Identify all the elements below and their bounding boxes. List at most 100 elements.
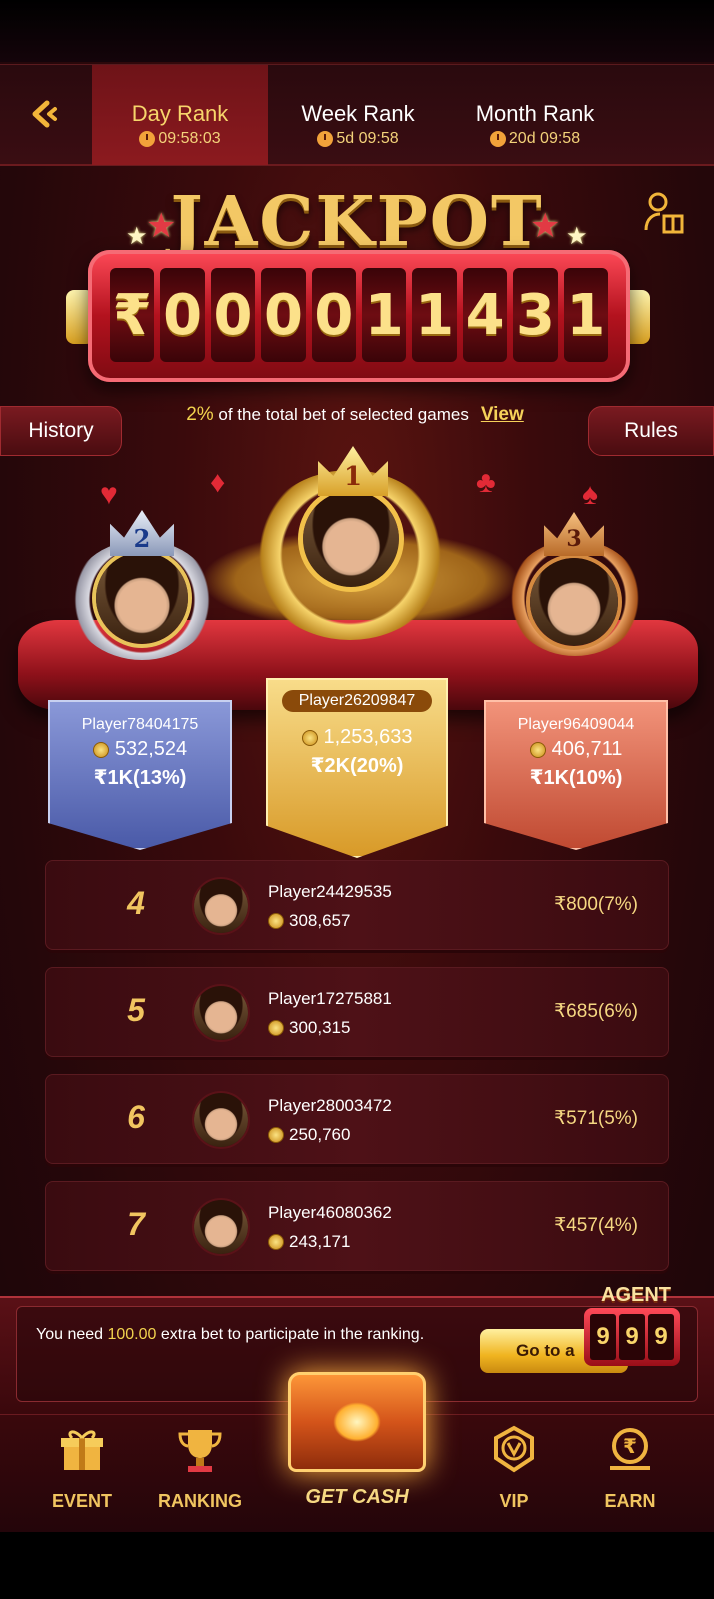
player-payout: ₹800(7%) xyxy=(554,894,638,915)
slot-digit: 9 xyxy=(619,1314,645,1360)
slot-digit: 9 xyxy=(590,1314,616,1360)
back-arrow-icon xyxy=(32,100,57,128)
player-coins: 532,524 xyxy=(50,738,230,761)
tab-label: Month Rank xyxy=(475,101,595,126)
coins-value: 532,524 xyxy=(114,738,188,760)
tab-day-rank[interactable]: Day Rank 09:58:03 xyxy=(92,65,268,165)
player-payout: ₹1K(10%) xyxy=(529,767,623,789)
invite-gift-icon[interactable] xyxy=(644,190,684,236)
jackpot-digit: 0 xyxy=(160,268,205,362)
rank-number: 6 xyxy=(127,1099,145,1135)
tab-label: Week Rank xyxy=(301,101,415,126)
tab-timer: 20d 09:58 xyxy=(452,130,618,148)
player-name: Player96409044 xyxy=(517,716,635,733)
avatar xyxy=(192,1198,250,1256)
clock-icon xyxy=(489,131,506,147)
nav-vip[interactable]: VIP xyxy=(464,1424,564,1512)
rank1-avatar[interactable] xyxy=(298,486,404,592)
tab-week-rank[interactable]: Week Rank 5d 09:58 xyxy=(278,65,438,165)
back-button[interactable] xyxy=(14,83,76,145)
jackpot-digit: 0 xyxy=(261,268,306,362)
jackpot-digit: 0 xyxy=(311,268,357,362)
coins-value: 1,253,633 xyxy=(323,726,413,748)
gift-icon xyxy=(61,1430,103,1470)
player-payout: ₹2K(20%) xyxy=(310,755,404,777)
player-coins: 243,171 xyxy=(268,1232,350,1252)
player-name: Player78404175 xyxy=(81,716,199,733)
rank-row[interactable]: 5 Player17275881 300,315 ₹685(6%) xyxy=(45,967,669,1057)
coin-icon xyxy=(268,1127,284,1143)
diamond-suit-icon: ♦ xyxy=(210,466,226,499)
coin-icon xyxy=(268,1020,284,1036)
rank2-plate: Player78404175 532,524 ₹1K(13%) xyxy=(48,700,232,850)
tab-label: Day Rank xyxy=(131,101,229,126)
status-area xyxy=(0,0,714,62)
agent-badge[interactable]: AGENT 9 9 9 xyxy=(580,1284,692,1374)
nav-label: RANKING xyxy=(158,1491,242,1511)
nav-event[interactable]: EVENT xyxy=(32,1424,132,1512)
get-cash-button[interactable]: GET CASH xyxy=(268,1362,446,1532)
coin-icon xyxy=(529,741,546,758)
tab-month-rank[interactable]: Month Rank 20d 09:58 xyxy=(452,65,618,165)
notice-amount: 100.00 xyxy=(107,1326,157,1343)
jackpot-digit: 1 xyxy=(563,268,609,362)
coins-value: 308,657 xyxy=(289,911,351,930)
rank-row[interactable]: 7 Player46080362 243,171 ₹457(4%) xyxy=(45,1181,669,1271)
jackpot-digit: 1 xyxy=(362,268,407,362)
view-link[interactable]: View xyxy=(481,404,524,425)
club-suit-icon: ♣ xyxy=(476,466,496,499)
coin-icon xyxy=(301,729,318,746)
player-name: Player17275881 xyxy=(268,989,392,1008)
system-nav-area xyxy=(0,1532,714,1599)
jackpot-digit: 1 xyxy=(412,268,457,362)
player-name: Player46080362 xyxy=(268,1203,392,1222)
vip-badge-icon xyxy=(494,1425,534,1473)
tab-timer: 5d 09:58 xyxy=(278,130,438,148)
rank1-plate: Player26209847 1,253,633 ₹2K(20%) xyxy=(266,678,448,858)
coins-value: 406,711 xyxy=(551,738,623,760)
player-coins: 300,315 xyxy=(268,1018,350,1038)
timer-text: 09:58:03 xyxy=(158,130,221,147)
spade-suit-icon: ♠ xyxy=(582,478,598,511)
rank-row[interactable]: 6 Player28003472 250,760 ₹571(5%) xyxy=(45,1074,669,1164)
rules-button[interactable]: Rules xyxy=(588,406,714,456)
coin-icon xyxy=(268,913,284,929)
rule-description: of the total bet of selected games xyxy=(213,405,469,424)
trophy-icon xyxy=(178,1430,222,1472)
heart-suit-icon: ♥ xyxy=(100,478,118,511)
rank-number: 7 xyxy=(127,1206,145,1242)
notice-text: You need 100.00 extra bet to participate… xyxy=(36,1323,436,1347)
player-name: Player28003472 xyxy=(268,1096,392,1115)
player-coins: 250,760 xyxy=(268,1125,350,1145)
history-button[interactable]: History xyxy=(0,406,122,456)
jackpot-digits: ₹0 0 0 0 1 1 4 3 1 xyxy=(110,268,609,362)
rank-row[interactable]: 4 Player24429535 308,657 ₹800(7%) xyxy=(45,860,669,950)
nav-earn[interactable]: ₹ EARN xyxy=(580,1424,680,1512)
rank-tab-bar: Day Rank 09:58:03 Week Rank 5d 09:58 Mon… xyxy=(0,64,714,166)
notice-post: extra bet to participate in the ranking. xyxy=(156,1326,425,1343)
player-coins: 406,711 xyxy=(486,738,666,761)
rank2-avatar[interactable] xyxy=(92,548,192,648)
coins-value: 250,760 xyxy=(289,1125,351,1144)
player-payout: ₹1K(13%) xyxy=(93,767,187,789)
player-coins: 308,657 xyxy=(268,911,350,931)
coin-icon xyxy=(268,1234,284,1250)
rank-number: 4 xyxy=(127,885,145,921)
slot-digit: 9 xyxy=(648,1314,674,1360)
jackpot-digit: 3 xyxy=(513,268,558,362)
timer-text: 5d 09:58 xyxy=(336,130,399,147)
nav-label: VIP xyxy=(499,1491,529,1511)
avatar xyxy=(192,984,250,1042)
currency-symbol: ₹ xyxy=(110,268,155,362)
player-payout: ₹685(6%) xyxy=(554,1001,638,1022)
nav-label: EVENT xyxy=(51,1491,112,1511)
coins-value: 243,171 xyxy=(289,1232,351,1251)
avatar xyxy=(192,877,250,935)
rank-number: 5 xyxy=(127,992,145,1028)
treasure-chest-icon xyxy=(288,1372,426,1472)
timer-text: 20d 09:58 xyxy=(508,130,581,147)
rank3-avatar[interactable] xyxy=(526,554,622,650)
avatar xyxy=(192,1091,250,1149)
nav-ranking[interactable]: RANKING xyxy=(150,1424,250,1512)
player-name: Player26209847 xyxy=(282,690,432,712)
